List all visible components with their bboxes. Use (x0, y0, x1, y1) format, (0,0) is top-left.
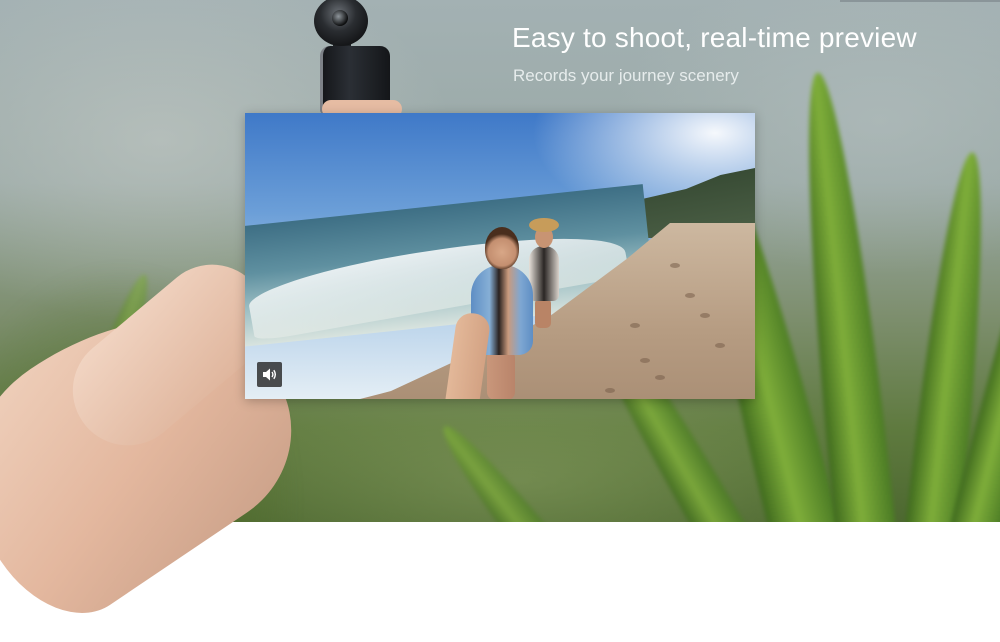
headline-subtitle: Records your journey scenery (513, 66, 739, 85)
sound-toggle-button[interactable] (257, 362, 282, 387)
speaker-volume-icon (263, 368, 276, 381)
top-edge-bar (840, 0, 1000, 2)
footprint (715, 343, 725, 348)
footprint (630, 323, 640, 328)
footprint (670, 263, 680, 268)
headline-title: Easy to shoot, real-time preview (512, 22, 917, 53)
footprint (700, 313, 710, 318)
footprint (605, 388, 615, 393)
footprint (685, 293, 695, 298)
footprint (640, 358, 650, 363)
camera-lens-icon (332, 10, 348, 26)
footprint (655, 375, 665, 380)
video-preview[interactable] (245, 113, 755, 399)
